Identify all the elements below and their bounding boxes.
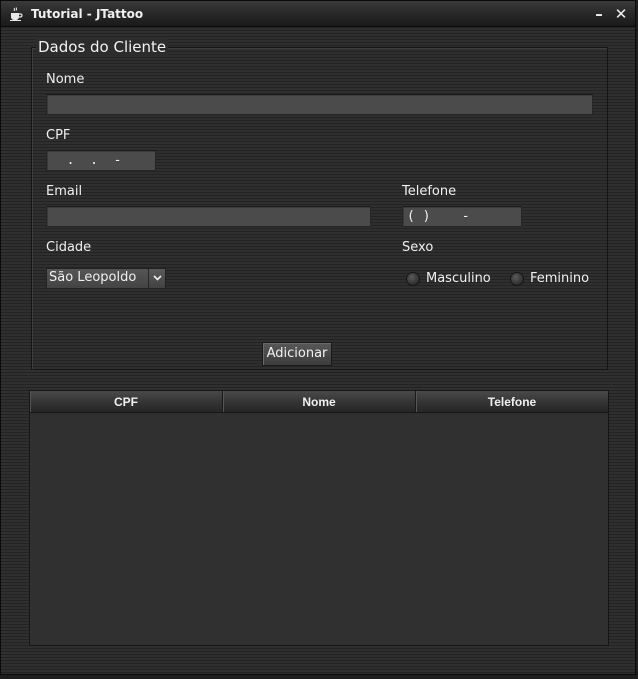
close-icon: ✕ — [614, 5, 628, 23]
nome-label: Nome — [46, 72, 85, 87]
radio-feminino-label[interactable]: Feminino — [530, 271, 589, 286]
app-window: Tutorial - JTattoo – ✕ Dados do Cliente … — [0, 0, 636, 675]
title-bar[interactable]: Tutorial - JTattoo – ✕ — [1, 1, 635, 27]
email-field[interactable] — [46, 206, 371, 227]
telefone-label: Telefone — [402, 184, 457, 199]
cidade-selected-value: São Leopoldo — [49, 270, 137, 285]
panel-title: Dados do Cliente — [36, 38, 169, 56]
clients-table[interactable]: CPF Nome Telefone — [29, 390, 609, 646]
add-button[interactable]: Adicionar — [262, 342, 332, 366]
column-header-cpf[interactable]: CPF — [30, 391, 223, 412]
table-header: CPF Nome Telefone — [30, 391, 608, 413]
radio-masculino[interactable] — [406, 272, 420, 286]
table-body[interactable] — [30, 414, 608, 645]
chevron-down-icon — [153, 275, 162, 281]
email-label: Email — [46, 184, 83, 199]
minimize-button[interactable]: – — [589, 4, 609, 24]
cidade-select[interactable]: São Leopoldo — [46, 268, 166, 289]
cidade-label: Cidade — [46, 240, 92, 255]
close-button[interactable]: ✕ — [611, 4, 631, 24]
cpf-label: CPF — [46, 128, 71, 143]
column-header-telefone[interactable]: Telefone — [416, 391, 608, 412]
window-title: Tutorial - JTattoo — [31, 7, 144, 21]
content-pane: Dados do Cliente Nome CPF . . - Email Te… — [1, 27, 635, 674]
telefone-field[interactable]: ( ) - — [402, 206, 522, 227]
dropdown-arrow-button[interactable] — [148, 269, 165, 288]
column-header-nome[interactable]: Nome — [223, 391, 416, 412]
radio-masculino-label[interactable]: Masculino — [426, 271, 491, 286]
cpf-field[interactable]: . . - — [46, 150, 156, 171]
java-cup-icon — [10, 7, 23, 21]
minimize-icon: – — [595, 5, 603, 23]
radio-feminino[interactable] — [510, 272, 524, 286]
sexo-label: Sexo — [402, 240, 434, 255]
nome-field[interactable] — [46, 94, 593, 115]
